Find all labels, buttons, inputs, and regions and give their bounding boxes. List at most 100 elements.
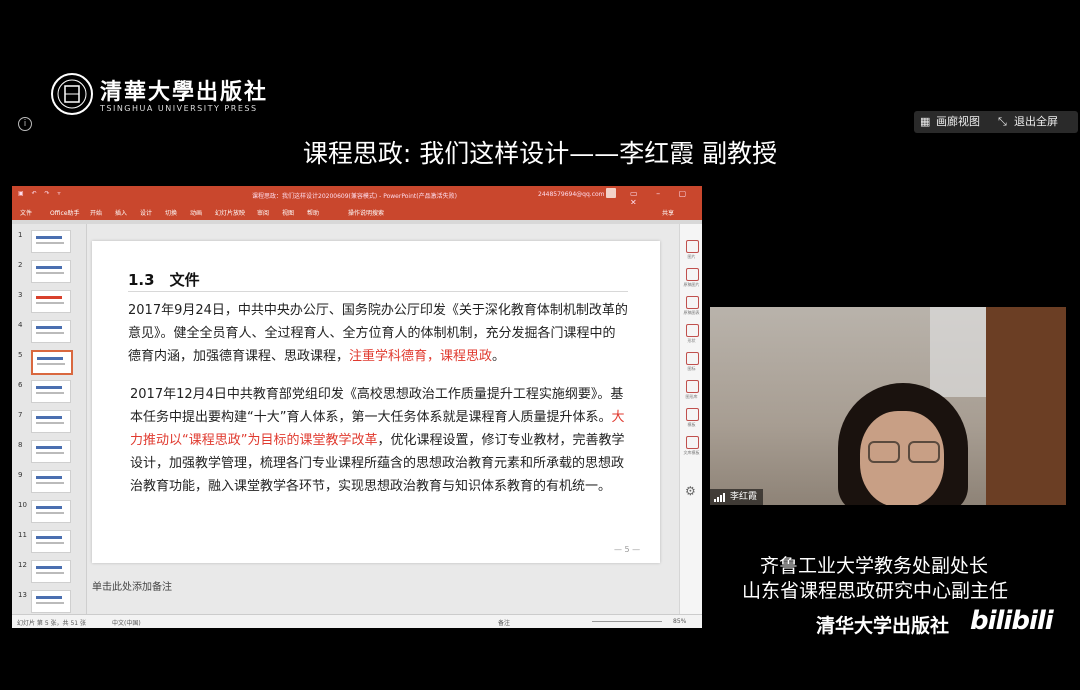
menu-item[interactable]: 插入 xyxy=(115,208,127,217)
zoom-slider[interactable] xyxy=(592,621,662,622)
menu-item[interactable]: 切换 xyxy=(165,208,177,217)
menu-item[interactable]: 幻灯片放映 xyxy=(215,208,245,217)
menu-item[interactable]: 审阅 xyxy=(257,208,269,217)
gallery-view-button[interactable]: ▦ 画廊视图 xyxy=(914,111,1000,133)
slide-thumbnail[interactable] xyxy=(31,410,71,433)
tool-panel-label: 图标 xyxy=(687,366,696,371)
slide-thumbnail[interactable] xyxy=(31,560,71,583)
slide-thumbnail[interactable] xyxy=(31,440,71,463)
slide-page-number: — 5 — xyxy=(614,545,641,554)
menu-item[interactable]: 帮助 xyxy=(307,208,319,217)
logo-chinese-text: 清華大學出版社 xyxy=(100,79,269,105)
menu-item[interactable]: Office助手 xyxy=(50,208,80,217)
shared-screen-powerpoint: ▣ ↶ ↷ ▿ 课程思政：我们这样设计20200609(兼容模式) - Powe… xyxy=(12,186,702,628)
slide-thumbnail[interactable] xyxy=(31,470,71,493)
tool-panel-icon[interactable] xyxy=(686,240,699,253)
logo-english-text: TSINGHUA UNIVERSITY PRESS xyxy=(100,104,258,113)
tool-panel-label: 图形库 xyxy=(685,394,698,399)
tool-panel-label: 形状 xyxy=(687,338,696,343)
zoom-level[interactable]: 85% xyxy=(673,618,686,625)
slide-thumbnail-number: 1 xyxy=(18,231,23,239)
tool-panel-label: 原稿图表 xyxy=(683,310,700,315)
para1-highlight: 注重学科德育，课程思政 xyxy=(349,349,493,364)
gallery-view-label: 画廊视图 xyxy=(936,115,980,128)
meeting-title: 课程思政: 我们这样设计——李红霞 副教授 xyxy=(302,139,778,168)
slide-paragraph-1: 2017年9月24日，中共中央办公厅、国务院办公厅印发《关于深化教育体制机制改革… xyxy=(128,299,628,368)
exit-fullscreen-icon: ⤡ xyxy=(998,115,1007,128)
speaker-glasses-right xyxy=(908,441,940,463)
publisher-caption: 清华大学出版社 xyxy=(816,615,950,637)
slide-divider xyxy=(128,291,628,292)
right-tools-panel: 图片原稿图片原稿图表形状图标图形库模板文库模板 ⚙ xyxy=(679,224,702,614)
para1-end: 。 xyxy=(492,349,506,364)
slide-thumbnail[interactable] xyxy=(31,230,71,253)
slide-thumbnail-number: 7 xyxy=(18,411,23,419)
tool-panel-icon[interactable] xyxy=(686,408,699,421)
slide-header: 1.3 文件 xyxy=(128,271,200,289)
tool-panel-icon[interactable] xyxy=(686,352,699,365)
tsinghua-seal-icon xyxy=(51,73,93,115)
tool-panel-label: 文库模板 xyxy=(683,450,700,455)
slide-thumbnail[interactable] xyxy=(31,290,71,313)
slide-thumbnail-number: 4 xyxy=(18,321,23,329)
slide-paragraph-2: 2017年12月4日中共教育部党组印发《高校思想政治工作质量提升工程实施纲要》。… xyxy=(130,383,626,498)
slide-thumbnail[interactable] xyxy=(31,380,71,403)
webcam-window xyxy=(930,307,990,397)
menu-item[interactable]: 文件 xyxy=(20,208,32,217)
slide-thumbnail-number: 2 xyxy=(18,261,23,269)
slide-thumbnail-number: 6 xyxy=(18,381,23,389)
signal-strength-icon xyxy=(714,493,725,502)
menu-item[interactable]: 视图 xyxy=(282,208,294,217)
notes-placeholder[interactable]: 单击此处添加备注 xyxy=(92,578,172,593)
tool-panel-icon[interactable] xyxy=(686,436,699,449)
slide-thumbnail-number: 9 xyxy=(18,471,23,479)
slide-count-status: 幻灯片 第 5 张，共 51 张 xyxy=(17,620,86,627)
slide-thumbnail[interactable] xyxy=(31,590,71,613)
tool-panel-icon[interactable] xyxy=(686,296,699,309)
menu-item[interactable]: 操作说明搜索 xyxy=(348,208,384,217)
slide-thumbnail[interactable] xyxy=(31,350,73,375)
menu-item[interactable]: 动画 xyxy=(190,208,202,217)
avatar-icon[interactable] xyxy=(606,188,616,198)
speaker-glasses-left xyxy=(868,441,900,463)
para2-text-a: 2017年12月4日中共教育部党组印发《高校思想政治工作质量提升工程实施纲要》。… xyxy=(130,387,624,425)
tool-panel-label: 原稿图片 xyxy=(683,282,700,287)
ppt-menubar: 文件 Office助手 开始 插入 设计 切换 动画 幻灯片放映 审阅 视图 帮助 操作说明搜索 共享 xyxy=(12,204,702,220)
tool-panel-label: 图片 xyxy=(687,254,696,259)
slide-thumbnail-number: 10 xyxy=(18,501,27,509)
ppt-titlebar: ▣ ↶ ↷ ▿ 课程思政：我们这样设计20200609(兼容模式) - Powe… xyxy=(12,186,702,207)
slide-thumbnail-number: 13 xyxy=(18,591,27,599)
tool-panel-icon[interactable] xyxy=(686,380,699,393)
slide-thumbnail-number: 12 xyxy=(18,561,27,569)
ppt-status-bar: 幻灯片 第 5 张，共 51 张 中文(中国) 备注 85% xyxy=(12,614,702,628)
slide-thumbnails-panel: 1 2 3 4 5 6 7 8 9 10 11 12 13 xyxy=(12,224,87,614)
ppt-window-title: 课程思政：我们这样设计20200609(兼容模式) - PowerPoint(产… xyxy=(252,193,457,200)
share-button[interactable]: 共享 xyxy=(662,208,674,217)
menu-item[interactable]: 设计 xyxy=(140,208,152,217)
webcam-video[interactable]: 李红霞 xyxy=(710,307,1066,505)
slide-thumbnail[interactable] xyxy=(31,320,71,343)
settings-gear-icon[interactable]: ⚙ xyxy=(685,484,696,498)
slide-thumbnail-number: 8 xyxy=(18,441,23,449)
exit-fullscreen-button[interactable]: ⤡ 退出全屏 xyxy=(992,111,1078,133)
slide-thumbnail[interactable] xyxy=(31,530,71,553)
tool-panel-icon[interactable] xyxy=(686,324,699,337)
slide-thumbnail[interactable] xyxy=(31,260,71,283)
slide-thumbnail-number: 11 xyxy=(18,531,27,539)
quick-access-icons[interactable]: ▣ ↶ ↷ ▿ xyxy=(18,190,63,197)
grid-icon: ▦ xyxy=(920,115,931,128)
current-slide[interactable]: 1.3 文件 2017年9月24日，中共中央办公厅、国务院办公厅印发《关于深化教… xyxy=(92,241,660,563)
menu-item[interactable]: 开始 xyxy=(90,208,102,217)
info-icon[interactable]: i xyxy=(18,117,32,131)
ppt-account: 2448579694@qq.com xyxy=(538,191,605,198)
tool-panel-label: 模板 xyxy=(687,422,696,427)
tool-panel-icon[interactable] xyxy=(686,268,699,281)
slide-thumbnail-number: 3 xyxy=(18,291,23,299)
notes-toggle[interactable]: 备注 xyxy=(498,618,510,627)
language-status: 中文(中国) xyxy=(112,620,141,627)
exit-fullscreen-label: 退出全屏 xyxy=(1014,115,1058,128)
slide-thumbnail-number: 5 xyxy=(18,351,23,359)
webcam-shelf xyxy=(986,307,1066,505)
slide-thumbnail[interactable] xyxy=(31,500,71,523)
bilibili-watermark: bilibili xyxy=(970,606,1054,636)
